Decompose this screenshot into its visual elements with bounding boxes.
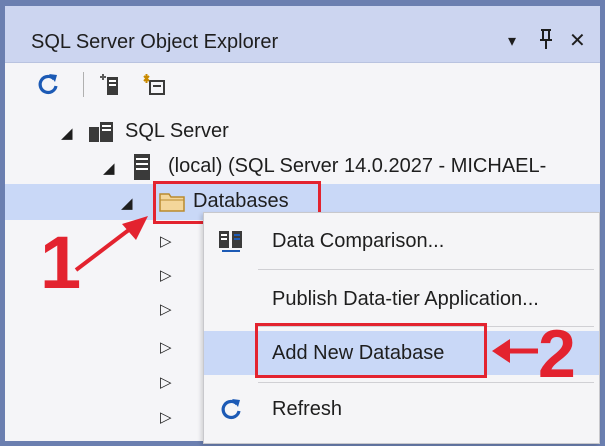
expander-open-icon[interactable]: ◢ <box>61 124 73 142</box>
menu-item-label: Refresh <box>272 398 343 420</box>
highlight-box-add-new-database <box>255 323 487 378</box>
pin-icon[interactable] <box>537 28 555 56</box>
tree-node-label: SQL Server <box>125 120 229 142</box>
server-group-icon <box>88 119 116 150</box>
data-comparison-icon <box>218 228 244 259</box>
window-dropdown-icon[interactable]: ▾ <box>508 31 516 51</box>
tree-node-local-server[interactable]: ◢ (local) (SQL Server 14.0.2027 - MICHAE… <box>5 149 600 185</box>
expander-closed-icon[interactable]: ▷ <box>160 338 172 356</box>
step-2-label: 2 <box>538 316 576 392</box>
toolbar <box>5 63 600 105</box>
refresh-icon <box>218 396 244 427</box>
new-query-icon[interactable] <box>141 71 167 97</box>
tree-node-sql-server[interactable]: ◢ SQL Server <box>5 114 600 150</box>
server-instance-icon <box>133 153 151 186</box>
expander-closed-icon[interactable]: ▷ <box>160 408 172 426</box>
menu-item-data-comparison[interactable]: Data Comparison... <box>204 219 599 263</box>
menu-item-label: Publish Data-tier Application... <box>272 288 539 310</box>
menu-separator <box>258 269 594 270</box>
title-bar: SQL Server Object Explorer ▾ ✕ <box>5 6 600 63</box>
menu-item-refresh[interactable]: Refresh <box>204 387 599 431</box>
close-icon[interactable]: ✕ <box>569 28 586 53</box>
menu-item-publish-data-tier-application[interactable]: Publish Data-tier Application... <box>204 277 599 321</box>
expander-closed-icon[interactable]: ▷ <box>160 373 172 391</box>
tree-node-label: (local) (SQL Server 14.0.2027 - MICHAEL- <box>168 155 547 177</box>
expander-closed-icon[interactable]: ▷ <box>160 300 172 318</box>
refresh-icon[interactable] <box>35 71 61 97</box>
add-sql-server-icon[interactable] <box>98 71 124 97</box>
expander-open-icon[interactable]: ◢ <box>103 159 115 177</box>
step-1-arrow <box>74 216 148 272</box>
window-title: SQL Server Object Explorer <box>31 31 279 53</box>
step-2-arrow <box>492 339 538 363</box>
toolbar-separator <box>83 72 84 97</box>
menu-item-label: Data Comparison... <box>272 230 445 252</box>
